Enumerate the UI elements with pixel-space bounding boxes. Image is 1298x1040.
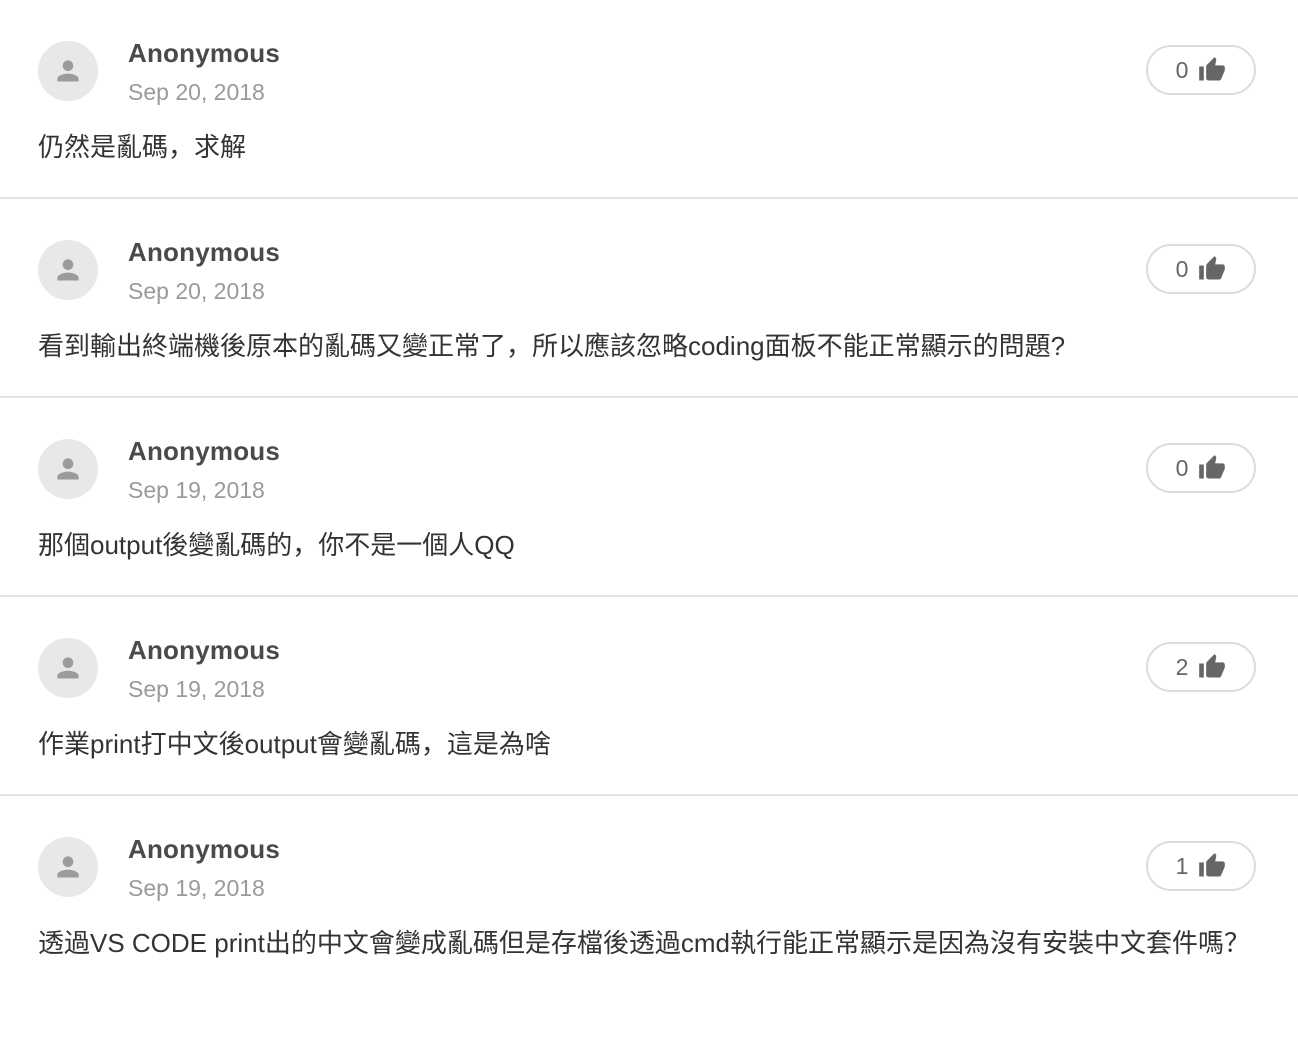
person-icon <box>57 60 79 82</box>
avatar <box>38 439 98 499</box>
comment-item: Anonymous Sep 19, 2018 1 透過VS CODE print… <box>0 796 1298 1036</box>
comment-author: Anonymous <box>128 635 281 665</box>
comment-text: 看到輸出終端機後原本的亂碼又變正常了，所以應該忽略coding面板不能正常顯示的… <box>38 331 1066 361</box>
like-count: 0 <box>1175 454 1189 481</box>
person-icon <box>57 458 79 480</box>
comment-date: Sep 20, 2018 <box>128 278 265 304</box>
like-button[interactable]: 0 <box>1146 443 1256 493</box>
person-icon <box>57 259 79 281</box>
person-icon <box>57 657 79 679</box>
thumbs-up-icon <box>1198 852 1226 880</box>
like-button[interactable]: 2 <box>1146 642 1256 692</box>
comment-author: Anonymous <box>128 436 281 466</box>
comment-item: Anonymous Sep 20, 2018 0 仍然是亂碼，求解 <box>0 0 1298 199</box>
comment-author: Anonymous <box>128 834 281 864</box>
comment-list: Anonymous Sep 20, 2018 0 仍然是亂碼，求解 Anonym… <box>0 0 1298 1036</box>
comment-text: 作業print打中文後output會變亂碼，這是為啥 <box>38 729 551 759</box>
avatar <box>38 638 98 698</box>
person-icon <box>57 856 79 878</box>
comment-date: Sep 19, 2018 <box>128 676 265 702</box>
avatar <box>38 837 98 897</box>
like-count: 1 <box>1175 852 1189 879</box>
like-button[interactable]: 0 <box>1146 45 1256 95</box>
thumbs-up-icon <box>1198 454 1226 482</box>
thumbs-up-icon <box>1198 56 1226 84</box>
comment-date: Sep 20, 2018 <box>128 79 265 105</box>
comment-text: 透過VS CODE print出的中文會變成亂碼但是存檔後透過cmd執行能正常顯… <box>38 928 1250 958</box>
like-button[interactable]: 1 <box>1146 841 1256 891</box>
comment-item: Anonymous Sep 19, 2018 0 那個output後變亂碼的，你… <box>0 398 1298 597</box>
comment-text: 仍然是亂碼，求解 <box>38 132 247 162</box>
comment-item: Anonymous Sep 20, 2018 0 看到輸出終端機後原本的亂碼又變… <box>0 199 1298 398</box>
comment-date: Sep 19, 2018 <box>128 875 265 901</box>
like-count: 0 <box>1175 255 1189 282</box>
comment-date: Sep 19, 2018 <box>128 477 265 503</box>
like-count: 0 <box>1175 56 1189 83</box>
thumbs-up-icon <box>1198 255 1226 283</box>
like-button[interactable]: 0 <box>1146 244 1256 294</box>
avatar <box>38 41 98 101</box>
thumbs-up-icon <box>1198 653 1226 681</box>
comment-text: 那個output後變亂碼的，你不是一個人QQ <box>38 530 515 560</box>
avatar <box>38 240 98 300</box>
comment-author: Anonymous <box>128 38 281 68</box>
comment-item: Anonymous Sep 19, 2018 2 作業print打中文後outp… <box>0 597 1298 796</box>
like-count: 2 <box>1175 653 1189 680</box>
comment-author: Anonymous <box>128 237 281 267</box>
